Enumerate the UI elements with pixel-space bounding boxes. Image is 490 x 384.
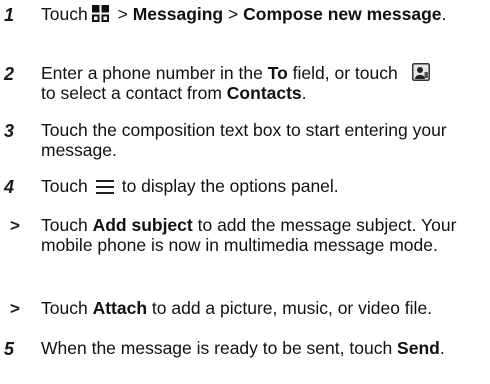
step-text-part: Touch [41,176,88,196]
step-text: Touch to display the options panel. [41,176,485,196]
step-text-part: to display the options panel. [121,176,339,196]
step-text-part: Touch [41,298,88,318]
ui-term: To [267,63,288,83]
step-text-part: field, or touch [292,63,398,83]
step-text: Touch Add subject to add the message sub… [41,215,485,255]
step-text-part: to select a contact from [41,83,222,103]
step-number: 2 [4,64,15,84]
step-number: 4 [4,177,15,197]
ui-term: Compose new message [243,4,442,24]
ui-term: Send [397,338,440,358]
step-text-part: > [117,4,128,24]
app-grid-icon [91,5,109,22]
ui-term: Messaging [132,4,224,24]
step-text-part: Touch [41,4,88,24]
substep-arrow: > [10,216,20,235]
step-text: Enter a phone number in the To field, or… [41,63,485,103]
contact-picker-icon [411,63,430,81]
ui-term: Add subject [92,215,193,235]
menu-icon [95,180,114,194]
step-text-part: . [439,338,445,358]
substep-arrow: > [10,299,20,318]
step-text-part: . [441,4,447,24]
step-text: Touch the composition text box to start … [41,120,447,160]
step-text-part: to add a picture, music, or video file. [151,298,433,318]
step-number: 3 [4,121,15,141]
step-text-part: . [301,83,307,103]
ui-term: Attach [92,298,148,318]
step-text: Touch Attach to add a picture, music, or… [41,298,485,318]
ui-term: Contacts [226,83,302,103]
step-text: When the message is ready to be sent, to… [41,338,485,358]
step-number: 1 [4,5,15,25]
step-text-part: Enter a phone number in the [41,63,263,83]
step-text-part: Touch [41,215,88,235]
step-text: Touch > Messaging > Compose new message. [41,4,485,24]
step-text-part: > [228,4,239,24]
step-number: 5 [4,339,15,359]
step-text-part: When the message is ready to be sent, to… [41,338,393,358]
